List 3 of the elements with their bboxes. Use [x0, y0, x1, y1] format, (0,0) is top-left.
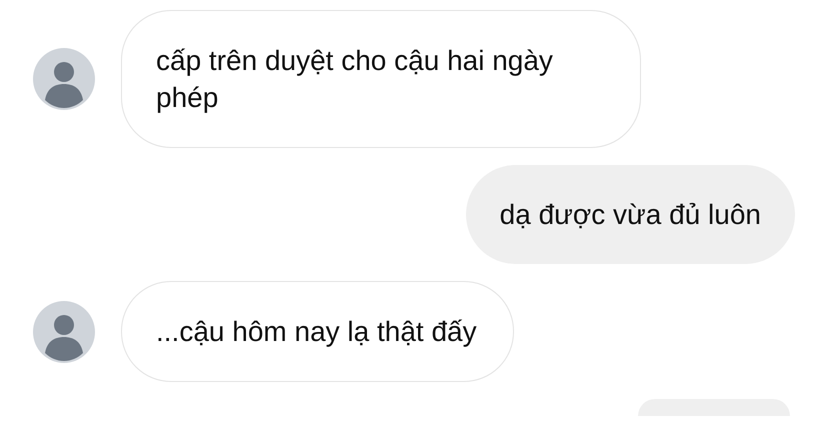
message-bubble: cấp trên duyệt cho cậu hai ngày phép — [121, 10, 641, 148]
message-bubble: dạ được vừa đủ luôn — [466, 165, 795, 264]
message-bubble: ...cậu hôm nay lạ thật đấy — [121, 281, 514, 382]
